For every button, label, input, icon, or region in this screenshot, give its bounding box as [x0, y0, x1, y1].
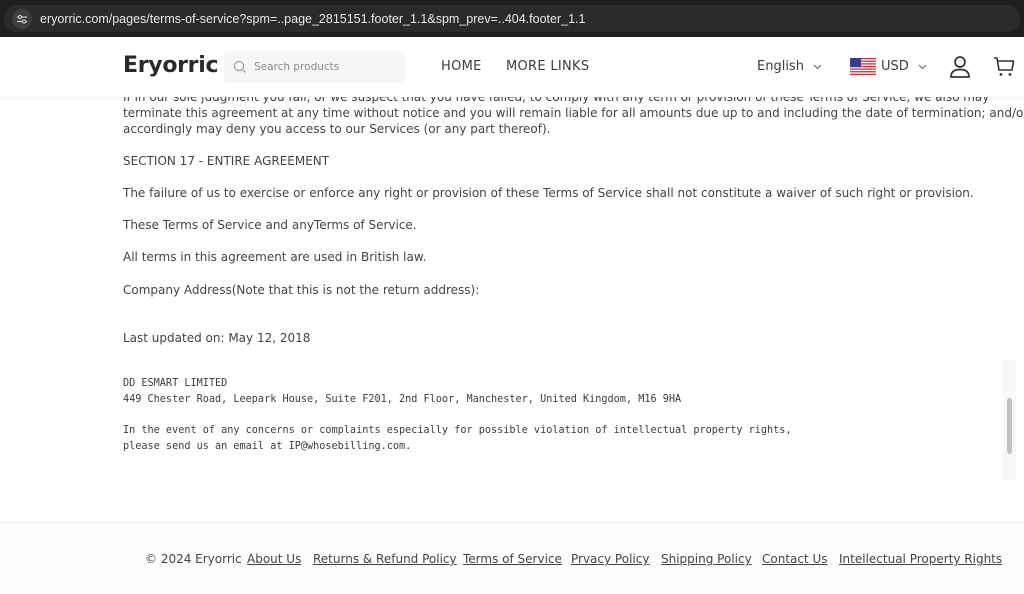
footer-link-returns-refund[interactable]: Returns & Refund Policy: [313, 552, 457, 566]
scrollbar-thumb[interactable]: [1007, 398, 1012, 454]
language-selector[interactable]: English: [757, 59, 822, 74]
footer-link-terms-of-service[interactable]: Terms of Service: [463, 552, 562, 566]
cart-icon[interactable]: [993, 56, 1015, 78]
ip-notice-line2: please send us an email at IP@whosebilli…: [123, 441, 412, 452]
chevron-down-icon: [813, 64, 822, 69]
nav-more-links[interactable]: MORE LINKS: [506, 59, 589, 74]
paragraph-waiver: The failure of us to exercise or enforce…: [123, 186, 974, 200]
chevron-down-icon: [918, 64, 927, 69]
last-updated: Last updated on: May 12, 2018: [123, 331, 311, 345]
footer-link-privacy-policy[interactable]: Prvacy Policy: [571, 552, 649, 566]
paragraph-termination-line3: accordingly may deny you access to our S…: [123, 122, 551, 136]
section-title: SECTION 17 - ENTIRE AGREEMENT: [123, 154, 330, 168]
nav-home[interactable]: HOME: [441, 59, 482, 74]
footer-link-about-us[interactable]: About Us: [247, 552, 301, 566]
footer-link-contact-us[interactable]: Contact Us: [762, 552, 828, 566]
site-footer: © 2024 Eryorric About Us Returns & Refun…: [0, 522, 1024, 594]
paragraph-address-note: Company Address(Note that this is not th…: [123, 283, 480, 297]
search-icon: [233, 60, 246, 73]
copyright: © 2024 Eryorric: [145, 552, 242, 566]
currency-label: USD: [881, 59, 909, 74]
currency-selector[interactable]: USD: [850, 58, 927, 75]
search-box[interactable]: [224, 51, 405, 83]
logo[interactable]: Eryorric: [123, 53, 219, 78]
company-name: DD ESMART LIMITED: [123, 378, 228, 389]
url-text[interactable]: eryorric.com/pages/terms-of-service?spm=…: [40, 12, 585, 26]
us-flag-icon: [850, 58, 876, 75]
paragraph-termination-line2: terminate this agreement at any time wit…: [123, 106, 1024, 120]
footer-link-ip-rights[interactable]: Intellectual Property Rights: [839, 552, 1002, 566]
page-scrollbar[interactable]: [1003, 360, 1016, 480]
user-icon[interactable]: [949, 55, 971, 79]
ip-notice-line1: In the event of any concerns or complain…: [123, 425, 792, 436]
language-label: English: [757, 59, 804, 74]
company-address: 449 Chester Road, Leepark House, Suite F…: [123, 394, 682, 405]
paragraph-law: All terms in this agreement are used in …: [123, 250, 427, 264]
search-input[interactable]: [254, 61, 394, 73]
footer-link-shipping-policy[interactable]: Shipping Policy: [661, 552, 752, 566]
url-field[interactable]: eryorric.com/pages/terms-of-service?spm=…: [4, 5, 1020, 32]
site-header: Eryorric HOME MORE LINKS English USD: [0, 37, 1024, 97]
tune-icon[interactable]: [12, 8, 32, 29]
paragraph-terms: These Terms of Service and anyTerms of S…: [123, 218, 417, 232]
browser-address-bar: eryorric.com/pages/terms-of-service?spm=…: [0, 0, 1024, 37]
